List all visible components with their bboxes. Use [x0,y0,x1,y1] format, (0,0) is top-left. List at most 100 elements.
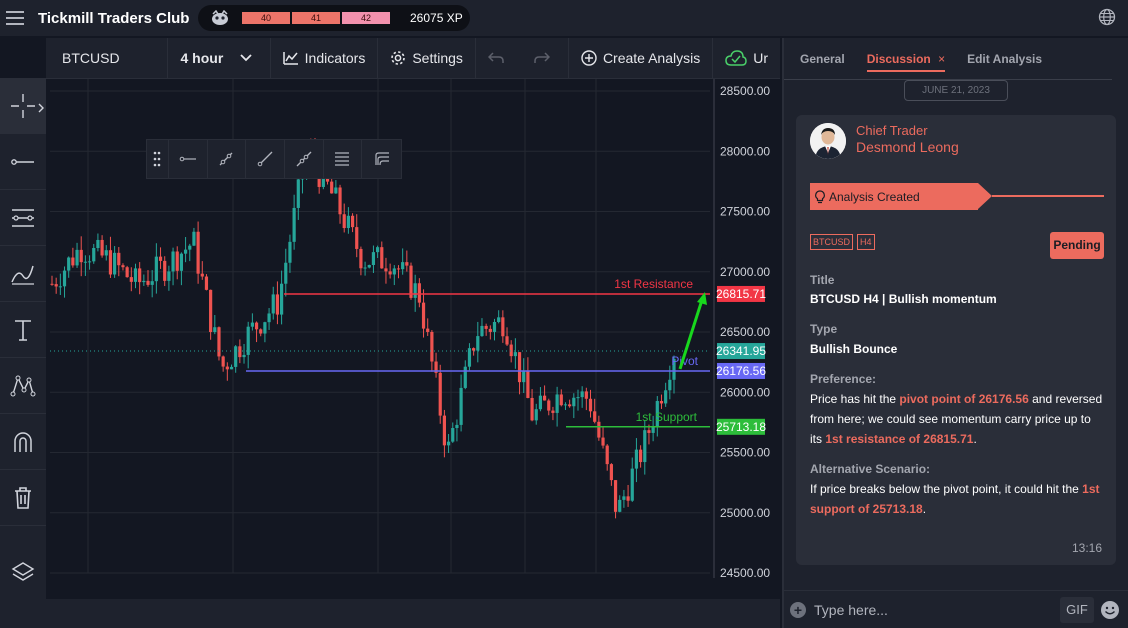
xp-progress[interactable]: 40 41 42 26075 XP [198,5,470,31]
interval-select[interactable]: 4 hour [168,37,271,79]
crosshair-tool[interactable] [0,78,46,134]
candle-body [213,327,217,333]
candle-body [200,273,204,277]
price-tick-label: 26500.00 [720,325,770,339]
delete-drawings-tool[interactable] [0,470,46,526]
candle-body [133,268,138,282]
candle-body [292,207,296,242]
symbol-search[interactable]: BTCUSD [46,37,169,79]
candle-body [367,265,371,268]
panel-tabs: General Discussion × Edit Analysis [784,38,1112,80]
preference-label: Preference: [810,372,877,386]
level-segment: 42 [342,12,390,24]
drawing-toolbar [146,139,402,179]
interval-label: 4 hour [180,50,224,66]
timeframe-tag: H4 [857,234,875,250]
upload-button[interactable]: Ur [713,38,780,79]
redo-button[interactable] [522,38,568,79]
candle-body [359,248,363,269]
gif-button[interactable]: GIF [1060,596,1094,623]
candle-body [459,387,463,425]
undo-button[interactable] [476,38,522,79]
candle-body [350,215,355,228]
app-title: Tickmill Traders Club [38,9,190,27]
globe-icon[interactable] [1098,8,1116,26]
candle-body [229,366,234,370]
parallel-lines-tool[interactable] [0,190,46,246]
expand-chevron-icon[interactable] [38,103,44,113]
horizontal-ray-icon [179,156,196,162]
resistance-label: 1st Resistance [614,277,693,291]
trend-line-button[interactable] [208,140,247,178]
fib-fan-icon [375,152,389,166]
indicators-button[interactable]: Indicators [271,37,379,79]
xp-text: 26075 XP [410,11,463,25]
candle-body [576,397,580,399]
pattern-tool[interactable] [0,358,46,414]
candle-body [146,280,150,285]
support-price-label: 25713.18 [716,420,766,434]
banner-line [992,195,1104,197]
pivot-highlight: pivot point of 26176.56 [899,392,1029,406]
close-icon[interactable]: × [938,52,945,66]
fib-retracement-button[interactable] [324,140,363,178]
brush-tool[interactable] [0,246,46,302]
support-label: 1st Support [636,410,698,424]
candle-body [563,404,568,406]
candle-body [271,294,275,314]
gear-icon [391,51,406,65]
horizontal-ray-button[interactable] [169,140,208,178]
candle-body [188,245,192,250]
add-attachment-button[interactable]: + [790,601,806,618]
candle-body [138,268,142,283]
candle-body [179,253,184,271]
tab-edit-analysis[interactable]: Edit Analysis [967,52,1042,66]
candle-body [254,322,259,330]
candle-body [263,322,267,334]
price-tick-label: 28500.00 [720,84,770,98]
candle-body [463,366,467,388]
candle-body [167,271,171,281]
message-input[interactable] [814,601,1054,618]
layers-tool[interactable] [0,544,46,600]
create-analysis-button[interactable]: Create Analysis [567,37,714,79]
candle-body [75,249,79,266]
candle-body [71,257,75,266]
candle-body [346,215,350,229]
candle-body [413,283,417,298]
hamburger-menu-icon[interactable] [4,6,28,30]
extended-line-button[interactable] [285,140,324,178]
redo-icon [534,52,550,63]
text-tool[interactable] [0,302,46,358]
candle-body [630,468,634,501]
candle-body [605,445,609,465]
candle-body [534,409,538,421]
candle-body [480,325,484,337]
settings-label: Settings [412,50,463,66]
candle-body [225,366,229,370]
analysis-created-banner: Analysis Created [810,183,978,210]
candle-body [472,348,476,351]
parallel-lines-icon [12,208,34,227]
title-label: Title [810,273,835,287]
settings-button[interactable]: Settings [378,37,476,79]
horizontal-line-tool[interactable] [0,134,46,190]
magnet-tool[interactable] [0,414,46,470]
candle-body [417,283,421,303]
candle-body [530,397,534,421]
candle-body [58,286,62,288]
candle-body [551,410,555,413]
tab-general[interactable]: General [800,52,845,66]
drag-handle[interactable] [147,140,169,178]
tab-discussion[interactable]: Discussion × [866,52,946,72]
preference-text: Price has hit the pivot point of 26176.5… [810,389,1106,449]
type-label: Type [810,322,838,336]
trend-line-icon [219,152,233,166]
candle-body [618,499,622,512]
candle-body [446,441,451,446]
price-tick-label: 26000.00 [720,385,770,399]
emoji-icon[interactable] [1100,600,1120,620]
candle-body [129,277,133,282]
ray-button[interactable] [246,140,285,178]
fib-fan-button[interactable] [362,140,401,178]
